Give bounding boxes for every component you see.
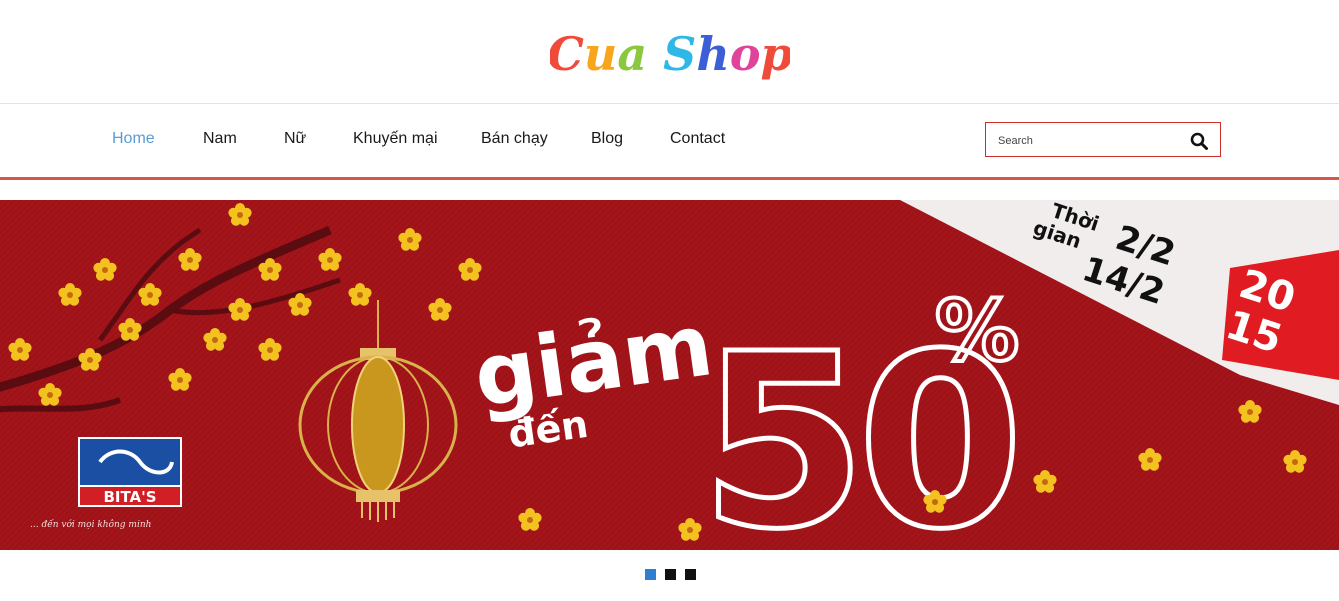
slider-dot-2[interactable] <box>665 569 676 580</box>
nav-item-contact[interactable]: Contact <box>670 130 725 148</box>
nav-item-home[interactable]: Home <box>112 130 155 148</box>
nav-item-nam[interactable]: Nam <box>203 130 237 148</box>
promo-banner[interactable]: giảm đến 50 % Thời gian 2/2 14/2 20 15 B… <box>0 200 1339 550</box>
svg-text:%: % <box>935 282 1019 380</box>
search-icon <box>1190 132 1208 150</box>
svg-text:BITA'S: BITA'S <box>103 488 156 506</box>
search-button[interactable] <box>1188 130 1210 152</box>
logo-wordmark: Cua Shop <box>550 27 790 81</box>
nav-item-nu[interactable]: Nữ <box>284 130 306 148</box>
slider-dots <box>645 569 696 580</box>
nav-item-blog[interactable]: Blog <box>591 130 623 148</box>
nav-item-ban-chay[interactable]: Bán chạy <box>481 130 548 148</box>
site-logo[interactable]: Cua Shop <box>550 22 790 84</box>
promo-banner-art: giảm đến 50 % Thời gian 2/2 14/2 20 15 B… <box>0 200 1339 550</box>
slider-dot-3[interactable] <box>685 569 696 580</box>
svg-text:... đến với mọi không minh: ... đến với mọi không minh <box>30 519 151 530</box>
main-nav: Home Nam Nữ Khuyến mại Bán chạy Blog Con… <box>0 104 1339 177</box>
search-box <box>985 122 1221 157</box>
nav-item-khuyen-mai[interactable]: Khuyến mại <box>353 130 438 148</box>
site-header: Cua Shop <box>0 0 1339 103</box>
search-input[interactable] <box>996 131 1180 151</box>
svg-text:Cua Shop: Cua Shop <box>550 27 790 81</box>
slider-dot-1[interactable] <box>645 569 656 580</box>
nav-underline <box>0 177 1339 180</box>
